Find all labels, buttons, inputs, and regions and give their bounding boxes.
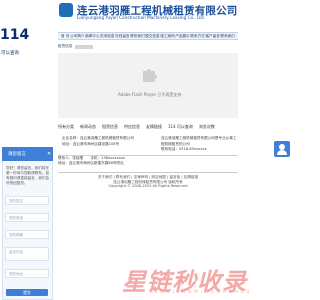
chat-message: 您好！请您留言，我们将在第一时间与您取得联系。如有疑问请直接留言，我们会尽快回复…: [6, 166, 50, 185]
info-bar: 所有分类 新闻动态 租赁信息 供应信息 友情链接 114 可以查询 浏览次数: [58, 121, 238, 133]
phone-input[interactable]: 您的电话: [5, 213, 49, 222]
nav-item[interactable]: 供求信息: [100, 34, 114, 39]
contact-line: 地址：连云港市海州区新建东路88号附近: [58, 161, 124, 166]
nav-item[interactable]: 图文信息: [145, 34, 159, 39]
nav-item[interactable]: 施工案例: [160, 34, 174, 39]
footer: 关于我们 | 联系我们 | 法律声明 | 网站地图 | 留言板 | 友情链接 连…: [58, 172, 238, 189]
info-item[interactable]: 供应信息: [124, 124, 140, 130]
name-input[interactable]: 您的姓名: [5, 196, 49, 205]
chat-title: 请您留言: [8, 152, 26, 157]
main-nav: 首 页 公司简介 新闻中心 供求信息 在线留言 联系我们 图文信息 施工案例 产…: [58, 32, 238, 40]
details-line: 地址：连云港市海州区建设路108号: [62, 141, 120, 146]
info-item[interactable]: 友情链接: [146, 124, 162, 130]
sub-nav-placeholder: [75, 44, 94, 49]
customer-service-avatar-icon[interactable]: [274, 141, 290, 157]
info-item[interactable]: 新闻动态: [80, 124, 96, 130]
details-left: 企业名称：连云港羽雁工程机械租赁有限公司 地址：连云港市海州区建设路108号: [62, 136, 157, 147]
side-number: 114: [0, 27, 30, 43]
message-textarea[interactable]: 留言内容: [5, 247, 49, 261]
nav-item[interactable]: 公司简介: [70, 34, 84, 39]
puzzle-plugin-icon: [143, 69, 157, 82]
nav-item[interactable]: 新闻中心: [85, 34, 99, 39]
nav-item[interactable]: 联系方式: [190, 34, 204, 39]
email-input[interactable]: 您的邮箱: [5, 230, 49, 239]
nav-item[interactable]: 在线留言: [115, 34, 129, 39]
side-label: 可以查询: [1, 51, 19, 56]
contact-block: 联系人：张经理 手机：138xxxxxxxx 地址：连云港市海州区新建东路88号…: [58, 156, 238, 166]
details-line: 联系电话：0518-85xxxxxx: [161, 147, 207, 152]
details-line: 连云港羽雁工程机械租赁有限公司是专业从事工程机械租赁的公司: [161, 136, 237, 146]
info-item[interactable]: 114 可以查询: [168, 124, 193, 130]
company-logo-icon: [59, 3, 73, 17]
details-right: 连云港羽雁工程机械租赁有限公司是专业从事工程机械租赁的公司 联系电话：0518-…: [161, 136, 239, 153]
close-icon[interactable]: ✕: [47, 151, 51, 157]
nav-item[interactable]: 联系我们: [220, 34, 234, 39]
nav-item[interactable]: 首 页: [61, 34, 69, 39]
nav-item[interactable]: 联系我们: [130, 34, 144, 39]
info-item[interactable]: 租赁信息: [102, 124, 118, 130]
info-item[interactable]: 所有分类: [58, 124, 74, 130]
nav-item[interactable]: 产品展示: [175, 34, 189, 39]
flash-banner: [58, 53, 238, 118]
info-item: 浏览次数: [198, 124, 215, 129]
address-input[interactable]: 您的地址: [5, 269, 49, 278]
footer-copyright-en: Copyright © 2008-2025 All Rights Reserve…: [108, 184, 188, 189]
sub-nav: 租赁信息: [58, 43, 238, 50]
company-name-en: Lianyungang Yuyan Construction Machinery…: [77, 15, 205, 20]
sub-nav-label[interactable]: 租赁信息: [58, 44, 72, 49]
flash-unsupported-message: Adobe Flash Player 已不再受支持: [118, 92, 182, 97]
nav-item[interactable]: 客户留言: [205, 34, 219, 39]
person-icon: [277, 144, 287, 155]
submit-button[interactable]: 提交: [6, 289, 48, 296]
chat-panel-header: 请您留言: [2, 147, 53, 161]
watermark-brand-sub: XINGLIANMIAOSHOULU: [150, 289, 253, 294]
